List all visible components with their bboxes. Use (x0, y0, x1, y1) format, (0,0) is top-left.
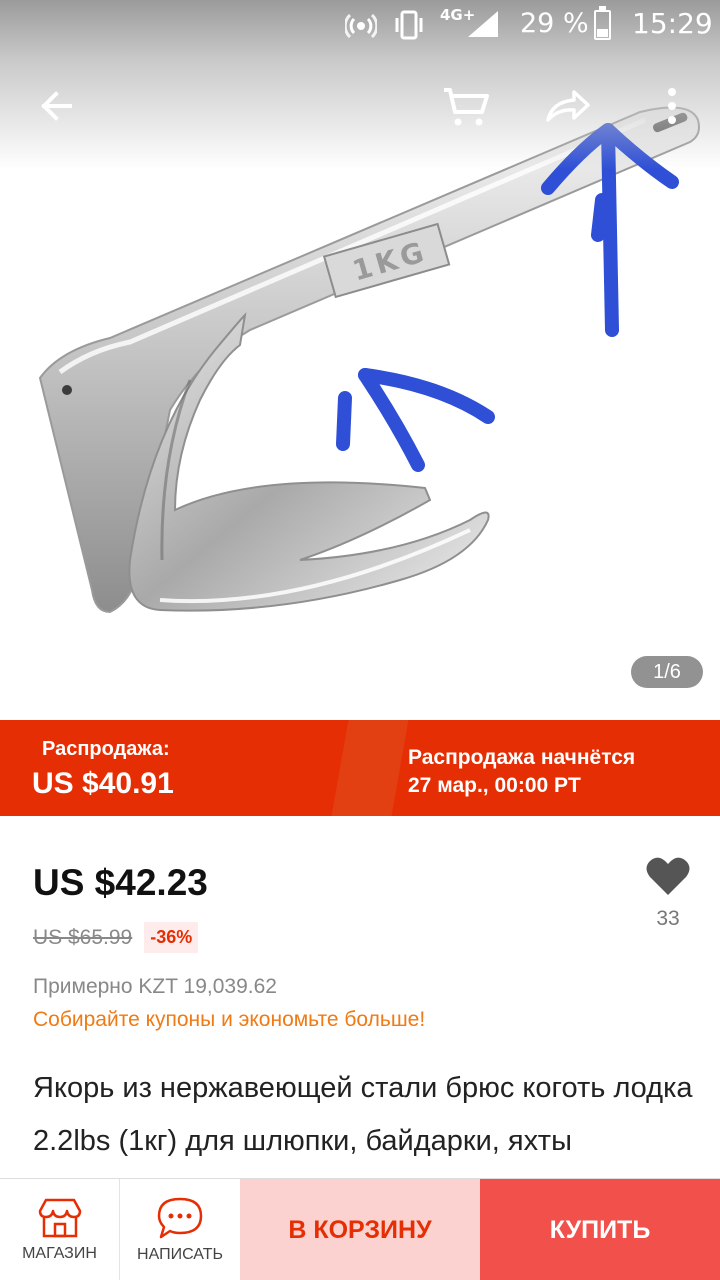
back-button[interactable] (28, 78, 84, 134)
sale-price-block: Распродажа: US $40.91 (32, 738, 174, 801)
sale-start-line2: 27 мар., 00:00 PT (408, 774, 581, 797)
more-vert-icon (668, 88, 676, 124)
product-gallery[interactable]: 1KG 4G+ 29 % 15:29 1/6 (0, 0, 720, 720)
hotspot-icon (345, 13, 377, 39)
signal-icon (468, 11, 498, 37)
battery-percent: 29 % (520, 8, 589, 39)
vibrate-icon (395, 10, 423, 40)
message-button[interactable]: НАПИСАТЬ (120, 1179, 240, 1280)
add-to-cart-button[interactable]: В КОРЗИНУ (240, 1179, 480, 1280)
chat-icon (157, 1197, 203, 1239)
banner-divider (329, 720, 411, 816)
battery-icon (594, 6, 611, 40)
original-price-row: US $65.99 -36% (33, 922, 199, 953)
sale-start-info: Распродажа начнётся 27 мар., 00:00 PT (408, 744, 635, 800)
product-title: Якорь из нержавеющей стали брюс коготь л… (33, 1072, 693, 1157)
clock: 15:29 (632, 7, 713, 40)
discount-badge: -36% (144, 922, 199, 953)
original-price: US $65.99 (33, 925, 133, 949)
store-button[interactable]: МАГАЗИН (0, 1179, 120, 1280)
cart-button[interactable] (437, 78, 493, 134)
share-button[interactable] (540, 78, 596, 134)
current-price: US $42.23 (33, 862, 208, 903)
approx-price: Примерно KZT 19,039.62 (33, 975, 277, 998)
sale-price: US $40.91 (32, 767, 174, 800)
coupons-link[interactable]: Собирайте купоны и экономьте больше! (33, 1008, 425, 1032)
image-counter: 1/6 (631, 656, 703, 688)
store-icon (38, 1198, 81, 1238)
message-label: НАПИСАТЬ (137, 1246, 223, 1263)
cart-icon (444, 88, 489, 126)
back-arrow-icon (41, 91, 72, 121)
sale-start-line1: Распродажа начнётся (408, 746, 636, 769)
bottom-action-bar: МАГАЗИН НАПИСАТЬ В КОРЗИНУ КУПИТЬ (0, 1178, 720, 1280)
store-label: МАГАЗИН (22, 1245, 97, 1262)
heart-icon (646, 857, 690, 895)
status-bar: 4G+ 29 % 15:29 (0, 0, 720, 50)
wishlist-count: 33 (656, 907, 680, 930)
sale-label: Распродажа: (42, 738, 170, 760)
share-icon (546, 90, 590, 122)
sale-banner: Распродажа: US $40.91 Распродажа начнётс… (0, 720, 720, 816)
more-options-button[interactable] (644, 78, 700, 134)
wishlist-button[interactable]: 33 (634, 855, 702, 931)
buy-now-button[interactable]: КУПИТЬ (480, 1179, 720, 1280)
